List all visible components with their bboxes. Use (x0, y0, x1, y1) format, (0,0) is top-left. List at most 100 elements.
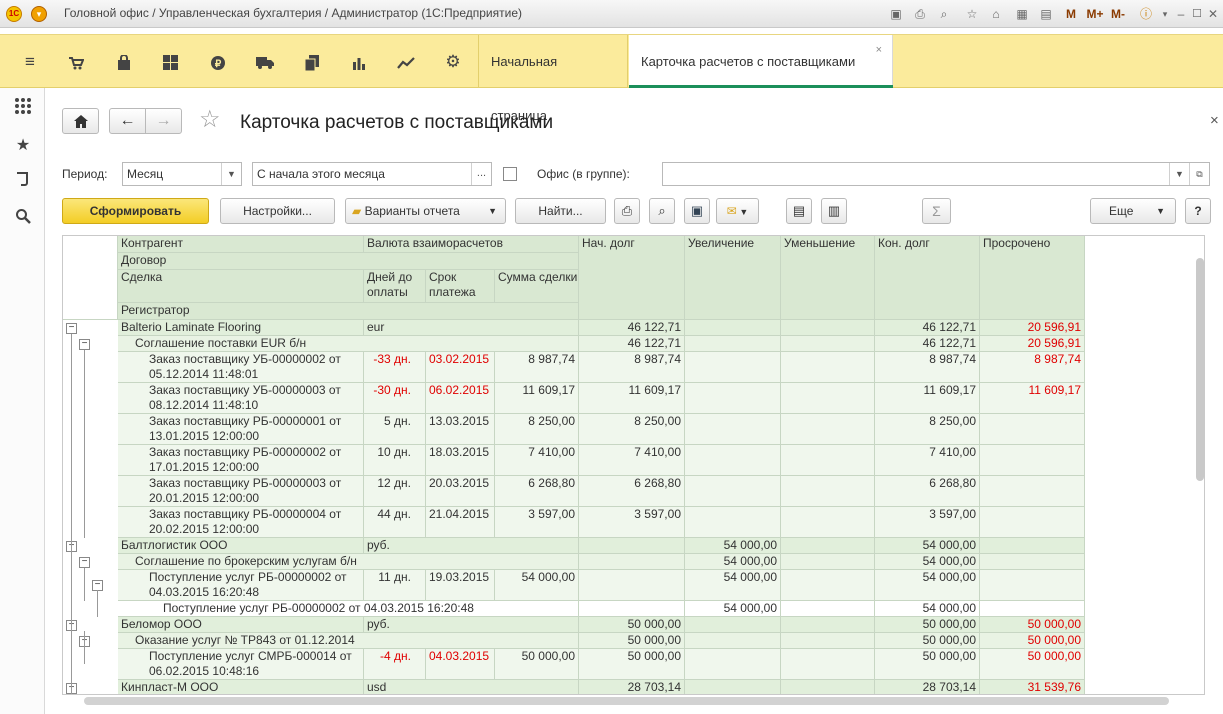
info-icon[interactable]: ⓘ (1137, 5, 1155, 23)
currency-cell: руб. (364, 538, 579, 554)
bookmark-icon[interactable]: ⌂ (987, 5, 1005, 23)
save-icon[interactable]: ▣ (887, 5, 905, 23)
start-cell (579, 554, 685, 570)
window-close-icon[interactable]: ✕ (1204, 5, 1222, 23)
memory-m-icon[interactable]: M (1062, 5, 1080, 23)
apps-grid-icon[interactable] (12, 97, 34, 119)
truck-icon[interactable] (245, 35, 285, 89)
envelope-icon: ✉ (726, 204, 737, 218)
end-cell: 46 122,71 (875, 320, 980, 336)
tab-close-icon[interactable]: × (876, 35, 882, 65)
email-button[interactable]: ✉ ▼ (716, 198, 759, 224)
sections-panel: ≡ ₽ ⚙ Начальная страница Карточка расчет… (0, 34, 1223, 123)
calculator-icon[interactable]: ▦ (1013, 5, 1031, 23)
find-button[interactable]: Найти... (515, 198, 606, 224)
trend-icon[interactable] (386, 35, 426, 89)
horizontal-scroll-thumb[interactable] (84, 697, 1169, 705)
ruble-icon[interactable]: ₽ (198, 35, 238, 89)
vertical-scrollbar[interactable] (1196, 253, 1204, 707)
ovd-cell: 20 596,91 (980, 320, 1085, 336)
period-type-select[interactable]: Месяц ▼ (122, 162, 242, 186)
history-icon[interactable] (12, 171, 34, 193)
end-cell: 50 000,00 (875, 649, 980, 680)
home-button[interactable] (62, 108, 99, 134)
start-cell: 28 703,14 (579, 680, 685, 694)
tree-line (71, 334, 72, 694)
form-close-icon[interactable]: × (1210, 112, 1219, 129)
print-icon[interactable]: ⎙ (911, 5, 929, 23)
ellipsis-button[interactable]: ... (471, 163, 491, 185)
header-days: Дней до оплаты (364, 270, 426, 303)
docs-icon[interactable] (292, 35, 332, 89)
calendar-icon[interactable]: ▤ (1037, 5, 1055, 23)
collapse-toggle-icon[interactable]: − (79, 339, 90, 350)
printer-icon: ⎙ (621, 203, 633, 218)
expand-groups-button[interactable]: ▤ (786, 198, 812, 224)
start-cell: 7 410,00 (579, 445, 685, 476)
sum-button[interactable]: Σ (922, 198, 951, 224)
grid-icon[interactable] (150, 35, 190, 89)
term-cell: 19.03.2015 (426, 570, 495, 601)
expand-icon: ▤ (792, 203, 806, 218)
report-variants-label: Варианты отчета (364, 204, 460, 218)
forward-button[interactable]: → (145, 108, 182, 134)
header-deal-sum: Сумма сделки (495, 270, 579, 303)
more-button[interactable]: Еще ▼ (1090, 198, 1176, 224)
preview-button[interactable]: ⌕ (649, 198, 675, 224)
days-cell: 12 дн. (364, 476, 426, 507)
period-value-field[interactable]: С начала этого месяца ... (252, 162, 492, 186)
header-increase: Увеличение (685, 236, 781, 320)
favorite-star-icon[interactable]: ☆ (199, 106, 221, 134)
currency-cell: eur (364, 320, 579, 336)
collapse-icon: ▥ (827, 203, 841, 218)
preview-icon[interactable]: ⌕ (935, 5, 953, 23)
back-button[interactable]: ← (109, 108, 146, 134)
dec-cell (781, 383, 875, 414)
favorites-icon[interactable]: ★ (12, 135, 34, 157)
settings-button[interactable]: Настройки... (220, 198, 335, 224)
end-cell: 50 000,00 (875, 633, 980, 649)
report-table[interactable]: Контрагент Валюта взаиморасчетов Договор… (62, 235, 1205, 695)
menu-icon[interactable]: ≡ (10, 35, 50, 89)
ovd-cell (980, 570, 1085, 601)
bag-icon[interactable] (104, 35, 144, 89)
tab-home[interactable]: Начальная страница (478, 35, 628, 123)
gear-icon[interactable]: ⚙ (433, 35, 473, 89)
deal-cell: Поступление услуг СМРБ-000014 от 06.02.2… (118, 649, 364, 680)
chevron-down-icon: ▼ (1156, 206, 1165, 216)
contractor-cell: Беломор ООО (118, 617, 364, 633)
deal-sum-cell: 11 609,17 (495, 383, 579, 414)
vertical-scroll-thumb[interactable] (1196, 258, 1204, 481)
collapse-toggle-icon[interactable]: − (79, 557, 90, 568)
collapse-toggle-icon[interactable]: − (66, 323, 77, 334)
tree-line (84, 568, 85, 601)
tab-card[interactable]: Карточка расчетов с поставщиками × (629, 35, 893, 88)
office-group-checkbox[interactable] (503, 167, 517, 181)
horizontal-scrollbar[interactable] (84, 697, 1195, 705)
open-icon[interactable]: ⧉ (1189, 163, 1209, 185)
inc-cell (685, 617, 781, 633)
main-menu-icon[interactable]: ▾ (31, 6, 47, 22)
dec-cell (781, 601, 875, 617)
registrar-cell: Поступление услуг РБ-00000002 от 04.03.2… (118, 601, 579, 617)
print-button[interactable]: ⎙ (614, 198, 640, 224)
bar-chart-icon[interactable] (339, 35, 379, 89)
chevron-down-icon[interactable]: ▼ (221, 163, 241, 185)
chevron-down-icon[interactable]: ▼ (1169, 163, 1189, 185)
memory-minus-icon[interactable]: M- (1108, 5, 1128, 23)
contract-cell: Соглашение поставки EUR б/н (118, 336, 579, 352)
report-variants-button[interactable]: ▰ Варианты отчета ▼ (345, 198, 506, 224)
memory-plus-icon[interactable]: M+ (1084, 5, 1106, 23)
generate-button[interactable]: Сформировать (62, 198, 209, 224)
days-cell: -30 дн. (364, 383, 426, 414)
save-button[interactable]: ▣ (684, 198, 710, 224)
favorites-add-icon[interactable]: ☆ (963, 5, 981, 23)
office-field[interactable]: ▼ ⧉ (662, 162, 1210, 186)
help-button[interactable]: ? (1185, 198, 1211, 224)
collapse-groups-button[interactable]: ▥ (821, 198, 847, 224)
home-icon (73, 115, 88, 129)
deal-cell: Поступление услуг РБ-00000002 от 04.03.2… (118, 570, 364, 601)
cart-icon[interactable] (56, 35, 96, 89)
floppy-icon: ▣ (690, 203, 704, 218)
search-icon[interactable] (12, 208, 34, 230)
